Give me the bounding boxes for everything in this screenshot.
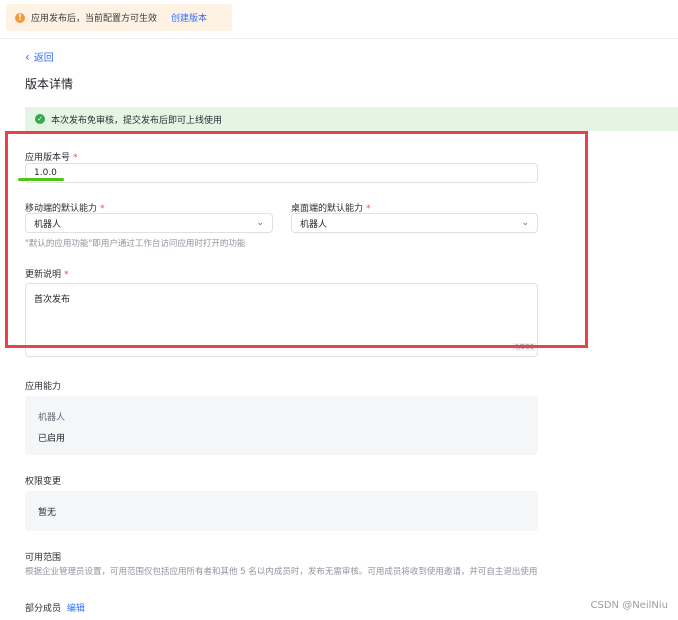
changelog-textarea[interactable]: 首次发布	[25, 283, 538, 357]
permissions-title: 权限变更	[25, 477, 62, 487]
availability-title: 可用范围	[25, 553, 62, 563]
watermark: CSDN @NeilNiu	[590, 600, 668, 611]
availability-description: 根据企业管理员设置，可用范围仅包括应用所有者和其他 5 名以内成员时，发布无需审…	[25, 567, 538, 577]
default-capability-hint: "默认的应用功能"即用户通过工作台访问应用时打开的功能	[25, 239, 246, 249]
desktop-default-value: 机器人	[300, 219, 328, 230]
capabilities-panel: 机器人 已启用	[25, 396, 538, 455]
version-label: 应用版本号 *	[25, 150, 78, 163]
changelog-label-text: 更新说明	[25, 270, 62, 280]
version-value: 1.0.0	[34, 168, 57, 178]
edit-scope-link[interactable]: 编辑	[67, 604, 85, 614]
changelog-label: 更新说明 *	[25, 267, 69, 280]
required-mark: *	[73, 153, 78, 163]
back-link[interactable]: ‹ 返回	[25, 49, 54, 65]
capability-status: 已启用	[38, 434, 66, 444]
availability-scope-text: 部分成员	[25, 604, 62, 614]
version-label-text: 应用版本号	[25, 153, 71, 163]
back-label: 返回	[33, 53, 54, 64]
permissions-value: 暂无	[38, 508, 57, 518]
page-title: 版本详情	[25, 77, 74, 91]
chevron-down-icon: ⌄	[521, 218, 529, 228]
warning-icon: !	[15, 12, 25, 23]
changelog-counter: 4/500	[512, 343, 537, 351]
capabilities-title: 应用能力	[25, 382, 62, 392]
mobile-default-select[interactable]: 机器人 ⌄	[25, 213, 273, 233]
desktop-default-select[interactable]: 机器人 ⌄	[291, 213, 538, 233]
check-circle-icon: ✓	[35, 114, 45, 124]
create-version-link[interactable]: 创建版本	[171, 11, 207, 24]
version-input[interactable]: 1.0.0	[25, 163, 538, 183]
highlight-underline	[18, 178, 64, 181]
chevron-left-icon: ‹	[25, 49, 30, 64]
chevron-down-icon: ⌄	[256, 218, 264, 228]
changelog-value: 首次发布	[34, 295, 71, 305]
success-banner-text: 本次发布免审核，提交发布后即可上线使用	[51, 115, 223, 126]
availability-scope: 部分成员 编辑	[25, 601, 85, 614]
notice-text: 应用发布后，当前配置方可生效	[31, 14, 158, 24]
permissions-panel: 暂无	[25, 491, 538, 531]
capability-name: 机器人	[38, 413, 66, 423]
publish-notice: ! 应用发布后，当前配置方可生效 创建版本	[6, 4, 232, 31]
mobile-default-value: 机器人	[34, 219, 62, 230]
success-banner: ✓ 本次发布免审核，提交发布后即可上线使用	[25, 107, 678, 131]
required-mark: *	[64, 270, 69, 280]
